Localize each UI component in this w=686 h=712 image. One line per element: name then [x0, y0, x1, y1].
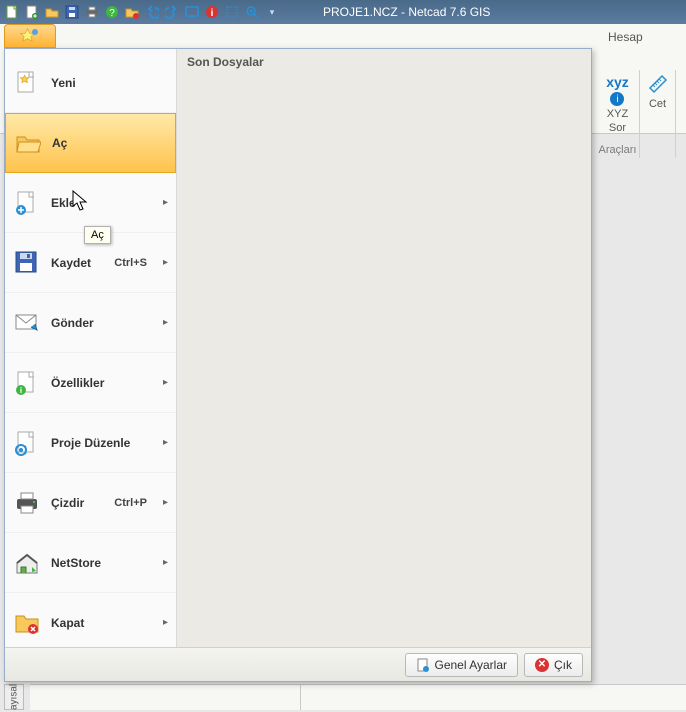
qat-undo-icon[interactable]: [144, 4, 160, 20]
properties-icon: i: [13, 369, 41, 397]
chevron-right-icon: ▸: [163, 377, 168, 388]
chevron-right-icon: ▸: [163, 617, 168, 628]
chevron-right-icon: ▸: [163, 437, 168, 448]
chevron-right-icon: ▸: [163, 257, 168, 268]
menu-label: Yeni: [51, 76, 168, 90]
tooltip-ac: Aç: [84, 226, 111, 244]
ribbon-group-xyz: xyz i XYZ Sor Araçları: [596, 70, 640, 158]
bottom-panel: [30, 684, 686, 710]
qat-dropdown-icon[interactable]: ▾: [264, 4, 280, 20]
new-file-icon: [13, 69, 41, 97]
group-label-araclari: Araçları: [599, 144, 637, 156]
side-tab-sayisal[interactable]: ayısal: [4, 684, 24, 710]
svg-text:?: ?: [109, 8, 115, 19]
menu-label: Çizdir: [51, 496, 104, 510]
chevron-right-icon: ▸: [163, 317, 168, 328]
qat-select-icon[interactable]: [224, 4, 240, 20]
menu-item-netstore[interactable]: NetStore ▸: [5, 533, 176, 593]
menu-item-yeni[interactable]: Yeni: [5, 53, 176, 113]
chevron-right-icon: ▸: [163, 497, 168, 508]
cet-label: Cet: [649, 98, 666, 110]
menu-label: NetStore: [51, 556, 153, 570]
close-folder-icon: [13, 609, 41, 637]
menu-label: Kaydet: [51, 256, 104, 270]
menu-item-ac[interactable]: Aç: [5, 113, 176, 173]
ruler-icon[interactable]: [648, 74, 668, 94]
add-file-icon: [13, 189, 41, 217]
qat-screen-icon[interactable]: [184, 4, 200, 20]
chevron-right-icon: ▸: [163, 557, 168, 568]
save-icon: [13, 249, 41, 277]
svg-text:i: i: [20, 386, 22, 395]
open-folder-icon: [14, 129, 42, 157]
app-menu-button[interactable]: [4, 24, 56, 48]
menu-footer: Genel Ayarlar ✕ Çık: [5, 647, 591, 681]
send-icon: [13, 309, 41, 337]
xyz-label: XYZ: [607, 108, 628, 120]
recent-files-header: Son Dosyalar: [177, 49, 591, 75]
xyz-icon[interactable]: xyz: [606, 74, 629, 90]
menu-label: Ekle: [51, 196, 153, 210]
netstore-icon: [13, 549, 41, 577]
menu-item-cizdir[interactable]: Çizdir Ctrl+P ▸: [5, 473, 176, 533]
svg-text:i: i: [211, 8, 214, 19]
edit-project-icon: [13, 429, 41, 457]
button-label: Genel Ayarlar: [435, 658, 508, 672]
app-menu-panel: Yeni Aç Ekle ▸ Kaydet Ctrl+S ▸ Gönder ▸: [4, 48, 592, 682]
qat-save-icon[interactable]: [64, 4, 80, 20]
menu-item-kapat[interactable]: Kapat ▸: [5, 593, 176, 647]
ribbon-group-cet: Cet: [640, 70, 676, 158]
qat-zoom-icon[interactable]: [244, 4, 260, 20]
qat-print-icon[interactable]: [84, 4, 100, 20]
menu-item-gonder[interactable]: Gönder ▸: [5, 293, 176, 353]
window-title: PROJE1.NCZ - Netcad 7.6 GIS: [323, 5, 490, 19]
settings-file-icon: [416, 658, 430, 672]
qat-add-icon[interactable]: [24, 4, 40, 20]
qat-redo-icon[interactable]: [164, 4, 180, 20]
menu-shortcut: Ctrl+S: [114, 257, 147, 269]
qat-open-icon[interactable]: [44, 4, 60, 20]
menu-item-ozellikler[interactable]: i Özellikler ▸: [5, 353, 176, 413]
chevron-right-icon: ▸: [163, 197, 168, 208]
menu-label: Kapat: [51, 616, 153, 630]
print-icon: [13, 489, 41, 517]
qat-info-icon[interactable]: i: [204, 4, 220, 20]
recent-files-panel: Son Dosyalar: [177, 49, 591, 647]
menu-label: Aç: [52, 136, 167, 150]
menu-label: Özellikler: [51, 376, 153, 390]
ribbon-tab-hesap[interactable]: Hesap: [600, 28, 651, 46]
sor-label: Sor: [609, 122, 626, 134]
button-label: Çık: [554, 658, 572, 672]
genel-ayarlar-button[interactable]: Genel Ayarlar: [405, 653, 519, 677]
title-bar: ? i ▾ PROJE1.NCZ - Netcad 7.6 GIS: [0, 0, 686, 24]
qat-help-icon[interactable]: ?: [104, 4, 120, 20]
exit-icon: ✕: [535, 658, 549, 672]
menu-label: Gönder: [51, 316, 153, 330]
menu-item-ekle[interactable]: Ekle ▸: [5, 173, 176, 233]
menu-item-proje-duzenle[interactable]: Proje Düzenle ▸: [5, 413, 176, 473]
cik-button[interactable]: ✕ Çık: [524, 653, 583, 677]
qat-new-icon[interactable]: [4, 4, 20, 20]
menu-label: Proje Düzenle: [51, 436, 153, 450]
qat-close-icon[interactable]: [124, 4, 140, 20]
menu-shortcut: Ctrl+P: [114, 497, 147, 509]
info-icon[interactable]: i: [610, 92, 624, 106]
menu-column: Yeni Aç Ekle ▸ Kaydet Ctrl+S ▸ Gönder ▸: [5, 49, 177, 647]
